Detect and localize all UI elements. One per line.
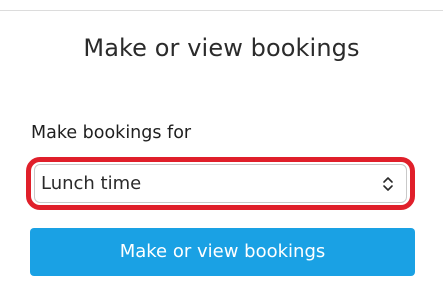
page-title: Make or view bookings [83,34,360,62]
make-bookings-for-label: Make bookings for [31,123,192,143]
booking-page: Make or view bookings Make bookings for … [0,0,443,307]
chevron-up-down-icon [383,177,393,191]
top-divider [0,10,443,11]
booking-type-select[interactable]: Lunch time [34,164,407,203]
make-or-view-bookings-button[interactable]: Make or view bookings [30,228,415,276]
booking-type-selected-value: Lunch time [41,173,142,194]
